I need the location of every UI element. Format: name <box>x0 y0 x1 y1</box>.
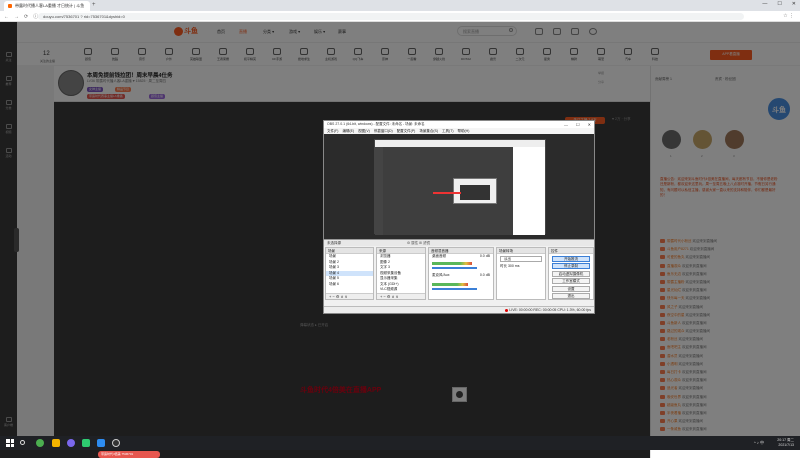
obs-window: OBS 27.0.1 (64-bit, windows) - 配置文件: 未命名… <box>323 120 595 314</box>
tab-title: 带露时代播人客LA重播 才日统计 | 斗鱼 <box>15 3 85 8</box>
obs-menu-item[interactable]: 编辑(E) <box>342 129 354 133</box>
obs-menu-item[interactable]: 停靠窗口(D) <box>374 129 393 133</box>
obs-menu-item[interactable]: 配置文件(P) <box>397 129 416 133</box>
bookmark-star-icon[interactable]: ☆ <box>783 13 787 19</box>
reload-icon[interactable]: ⟳ <box>24 14 28 20</box>
taskbar-clock[interactable]: 20:17 周二 2021/7/13 <box>777 438 794 447</box>
new-tab-button[interactable]: + <box>92 2 96 8</box>
rec-indicator-icon <box>505 308 509 312</box>
close-icon[interactable]: ✕ <box>792 1 796 7</box>
preview-capture <box>374 139 546 235</box>
controls-dock-title: 控件 <box>549 248 593 254</box>
app-taskbar-icon[interactable] <box>67 439 75 447</box>
obs-menu-item[interactable]: 视图(V) <box>358 129 370 133</box>
bottom-room-badge[interactable]: 带露时代4倍美 7536701 <box>98 451 160 458</box>
chrome-taskbar-icon[interactable] <box>36 439 44 447</box>
scenes-dock: 场景 场景 场景 2 场景 3 场景 4 场景 5 场景 6 + − ⚙ ∧ ∨ <box>325 247 374 300</box>
browser-extras: ☆ ⋮ <box>783 13 794 19</box>
audio-meter-2 <box>432 283 468 286</box>
url-input[interactable]: douyu.com/7536701 ? rid=7536701&dyshid=0 <box>38 13 744 20</box>
obs-minimize-icon[interactable]: — <box>564 122 568 127</box>
scenes-dock-footer[interactable]: + − ⚙ ∧ ∨ <box>326 293 373 299</box>
obs-taskbar-icon[interactable] <box>112 439 120 447</box>
transition-select[interactable]: 淡出 <box>500 256 542 262</box>
sources-dock-footer[interactable]: + − ⚙ ∧ ∨ <box>377 293 425 299</box>
obs-menu-item[interactable]: 帮助(H) <box>458 129 470 133</box>
volume-slider-2[interactable] <box>432 288 477 290</box>
browser-menu-icon[interactable]: ⋮ <box>789 13 794 19</box>
browser2-taskbar-icon[interactable] <box>97 439 105 447</box>
maximize-icon[interactable]: ☐ <box>777 1 781 7</box>
obs-source-toolbar: 未选择源 ⚙ 属性 ⊞ 滤镜 <box>324 239 594 246</box>
taskbar-search-icon[interactable] <box>20 440 25 445</box>
window-controls: — ☐ ✕ <box>752 1 796 7</box>
mixer-track-1: 桌面音频 0.0 dB <box>432 254 490 258</box>
obs-menu-item[interactable]: 文件(F) <box>327 129 338 133</box>
system-tray-icons[interactable]: ^ ♪ 中 <box>754 440 764 446</box>
forward-icon[interactable]: → <box>14 14 19 20</box>
control-button[interactable]: 工作室模式 <box>552 278 590 284</box>
windows-taskbar: ^ ♪ 中 20:17 周二 2021/7/13 <box>0 436 800 450</box>
scene-item[interactable]: 场景 6 <box>326 282 373 288</box>
browser-tab[interactable]: 带露时代播人客LA重播 才日统计 | 斗鱼 <box>4 1 90 11</box>
nested-obs-preview <box>453 178 497 204</box>
douyu-favicon-icon <box>8 3 12 8</box>
minimize-icon[interactable]: — <box>762 1 767 7</box>
obs-titlebar: OBS 27.0.1 (64-bit, windows) - 配置文件: 未命名… <box>324 121 594 128</box>
windows-start-icon[interactable] <box>6 439 14 447</box>
obs-menu-item[interactable]: 场景集合(S) <box>419 129 438 133</box>
obs-maximize-icon[interactable]: ☐ <box>576 122 580 127</box>
address-bar-row: ← → ⟳ ⓘ douyu.com/7536701 ? rid=7536701&dys… <box>0 11 800 22</box>
control-button[interactable]: 启动虚拟摄像机 <box>552 270 590 277</box>
obs-close-icon[interactable]: ✕ <box>588 122 591 127</box>
controls-dock: 控件 开始推流 停止录制 启动虚拟摄像机 工作室模式 设置 退出 <box>548 247 594 300</box>
control-button[interactable]: 停止录制 <box>552 263 590 269</box>
obs-preview[interactable] <box>324 134 594 239</box>
obs-menu-item[interactable]: 工具(T) <box>442 129 453 133</box>
obs-title: OBS 27.0.1 (64-bit, windows) - 配置文件: 未命名… <box>327 122 425 126</box>
transition-duration[interactable]: 时长 300 ms <box>497 264 545 270</box>
transitions-dock-title: 场景转场 <box>497 248 545 254</box>
audio-mixer-dock: 音频混音器 桌面音频 0.0 dB 麦克风/Aux 0.0 dB <box>428 247 494 300</box>
obs-status-bar: LIVE: 00:00:00 REC: 00:00:05 CPU: 1.3%, … <box>324 306 594 313</box>
sources-dock: 来源 浏览器 图像 2 文字 3 视频采集设备 显示器采集 文本 (GDI+) VLC视频源… <box>376 247 426 300</box>
browser-tab-bar: 带露时代播人客LA重播 才日统计 | 斗鱼 + — ☐ ✕ <box>0 0 800 11</box>
transitions-dock: 场景转场 淡出 时长 300 ms <box>496 247 546 300</box>
back-icon[interactable]: ← <box>4 14 9 20</box>
control-button[interactable]: 开始推流 <box>552 255 590 262</box>
control-button[interactable]: 设置 <box>552 285 590 292</box>
audio-meter-1 <box>432 262 472 265</box>
explorer-taskbar-icon[interactable] <box>52 439 60 447</box>
control-button[interactable]: 退出 <box>552 293 590 299</box>
obs-window-controls: — ☐ ✕ <box>556 122 591 127</box>
source-props-buttons[interactable]: ⚙ 属性 ⊞ 滤镜 <box>407 241 430 246</box>
wechat-taskbar-icon[interactable] <box>82 439 90 447</box>
volume-slider-1[interactable] <box>432 267 477 269</box>
mixer-track-2: 麦克风/Aux 0.0 dB <box>432 272 490 277</box>
